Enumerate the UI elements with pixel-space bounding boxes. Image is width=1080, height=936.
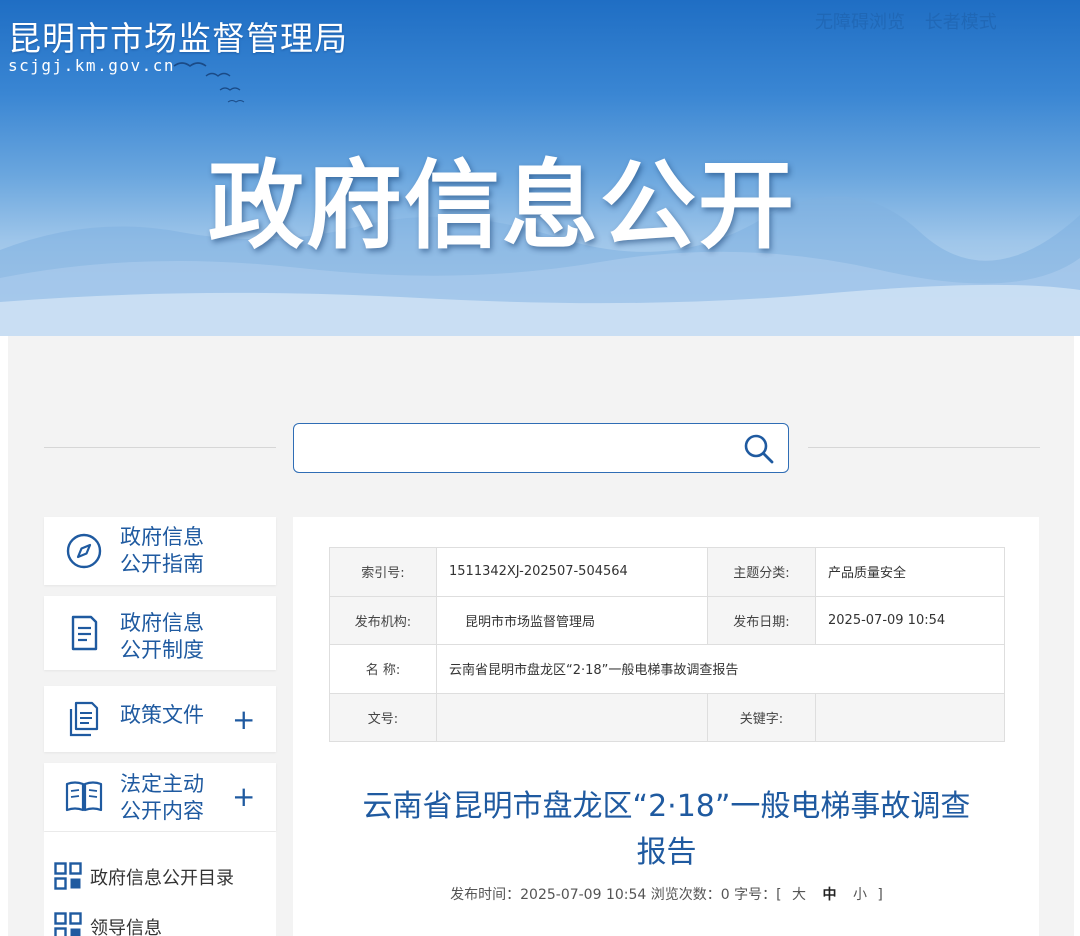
docno-label: 文号: xyxy=(329,692,437,742)
sidebar-item-label: 法定主动 xyxy=(120,772,204,796)
files-icon xyxy=(69,701,99,737)
expand-plus-icon[interactable]: + xyxy=(232,783,255,811)
site-name[interactable]: 昆明市市场监督管理局 xyxy=(8,12,348,60)
search-icon[interactable] xyxy=(742,432,776,466)
birds-decoration xyxy=(173,62,245,103)
sidebar-item-policy[interactable]: 政策文件 + xyxy=(44,686,276,752)
org-value: 昆明市市场监督管理局 xyxy=(436,595,708,645)
site-domain: scjgj.km.gov.cn xyxy=(8,56,175,75)
font-size-small[interactable]: 小 xyxy=(853,887,867,903)
sidebar-item-statutory[interactable]: 法定主动 公开内容 + xyxy=(44,763,276,831)
org-label: 发布机构: xyxy=(329,595,437,645)
grid-icon xyxy=(54,862,82,890)
font-size-medium[interactable]: 中 xyxy=(822,887,836,903)
table-row: 索引号: 1511342XJ-202507-504564 主题分类: 产品质量安… xyxy=(329,547,1005,597)
article-meta: 发布时间：2025-07-09 10:54 浏览次数：0 字号：[ 大 中 小 … xyxy=(329,884,1004,904)
document-icon xyxy=(71,615,98,651)
topic-value: 产品质量安全 xyxy=(815,547,1005,597)
sidebar-item-label: 公开指南 xyxy=(120,552,204,576)
font-size-large[interactable]: 大 xyxy=(792,887,806,903)
sidebar-item-label: 公开制度 xyxy=(120,638,204,662)
table-row: 名 称: 云南省昆明市盘龙区“2·18”一般电梯事故调查报告 xyxy=(329,644,1005,694)
table-row: 文号: 关键字: xyxy=(329,692,1005,742)
divider-left xyxy=(44,447,276,448)
sidebar-item-label: 政府信息 xyxy=(120,611,204,635)
keyword-value xyxy=(815,692,1005,742)
docno-value xyxy=(436,692,708,742)
banner-title: 政府信息公开 xyxy=(208,150,796,262)
book-icon xyxy=(65,781,103,812)
date-value: 2025-07-09 10:54 xyxy=(815,595,1005,645)
sidebar-item-label: 政府信息 xyxy=(120,525,204,549)
topic-label: 主题分类: xyxy=(707,547,816,597)
expand-plus-icon[interactable]: + xyxy=(232,706,255,734)
index-value: 1511342XJ-202507-504564 xyxy=(436,547,708,597)
sub-item-label: 政府信息公开目录 xyxy=(90,868,234,889)
table-row: 发布机构: 昆明市市场监督管理局 发布日期: 2025-07-09 10:54 xyxy=(329,595,1005,645)
date-label: 发布日期: xyxy=(707,595,816,645)
font-size-bracket: ] xyxy=(877,887,883,903)
metadata-table: 索引号: 1511342XJ-202507-504564 主题分类: 产品质量安… xyxy=(329,547,1005,742)
search-box xyxy=(293,423,789,473)
search-input[interactable] xyxy=(304,432,724,464)
index-label: 索引号: xyxy=(329,547,437,597)
keyword-label: 关键字: xyxy=(707,692,816,742)
article-title: 云南省昆明市盘龙区“2·18”一般电梯事故调查 报告 xyxy=(329,784,1004,876)
name-label: 名 称: xyxy=(329,644,437,694)
sub-item-label: 领导信息 xyxy=(90,918,162,936)
article-title-line: 云南省昆明市盘龙区“2·18”一般电梯事故调查 xyxy=(362,789,971,824)
sidebar-sub-list: 政府信息公开目录 领导信息 xyxy=(44,832,276,936)
header-banner: 昆明市市场监督管理局 scjgj.km.gov.cn 无障碍浏览 长者模式 政府… xyxy=(0,0,1080,336)
elder-mode-link[interactable]: 长者模式 xyxy=(925,12,997,33)
compass-icon xyxy=(66,533,102,569)
sidebar-item-system[interactable]: 政府信息 公开制度 xyxy=(44,596,276,670)
publish-info: 发布时间：2025-07-09 10:54 浏览次数：0 字号：[ xyxy=(450,887,782,903)
name-value: 云南省昆明市盘龙区“2·18”一般电梯事故调查报告 xyxy=(436,644,1005,694)
sidebar-item-label: 公开内容 xyxy=(120,799,204,823)
divider-right xyxy=(808,447,1040,448)
sidebar-item-guide[interactable]: 政府信息 公开指南 xyxy=(44,517,276,585)
grid-icon xyxy=(54,912,82,936)
top-links: 无障碍浏览 长者模式 xyxy=(815,8,1011,34)
sidebar-item-label: 政策文件 xyxy=(120,703,204,727)
accessibility-link[interactable]: 无障碍浏览 xyxy=(815,12,905,33)
article-title-line: 报告 xyxy=(636,835,697,870)
